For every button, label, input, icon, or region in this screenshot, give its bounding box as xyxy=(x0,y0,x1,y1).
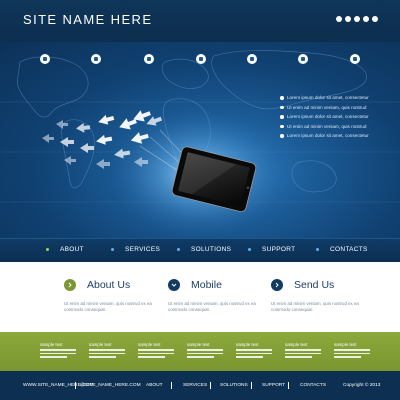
hero-bullet: Ut enim ad minim veniam, quis nostrud xyxy=(280,122,390,132)
band-column-title: sample text xyxy=(89,342,112,347)
hero-bullet: Ut enim ad minim veniam, quis nostrud xyxy=(280,103,390,113)
nav-item-label: ABOUT xyxy=(60,246,84,253)
nav-item-label: CONTACTS xyxy=(330,246,368,253)
nav-dot-icon xyxy=(111,248,114,251)
site-header: SITE NAME HERE xyxy=(0,0,400,42)
footer-link-solutions[interactable]: SOLUTIONS xyxy=(220,383,248,388)
band-column-title: sample text xyxy=(40,342,63,347)
footer-divider xyxy=(171,382,172,389)
feature-text: Ut enim ad minim veniam, quis nostrud ex… xyxy=(168,301,256,313)
social-icon-1[interactable] xyxy=(336,16,342,22)
nav-item-contacts[interactable]: CONTACTS xyxy=(316,246,368,256)
nav-item-label: SUPPORT xyxy=(262,246,296,253)
social-icon-4[interactable] xyxy=(363,16,369,22)
footer-copyright: Copyright © 2013 xyxy=(343,383,381,388)
phone-icon[interactable] xyxy=(40,54,50,64)
footer-divider xyxy=(210,382,211,389)
feature-send-us: Send Us Ut enim ad minim veniam, quis no… xyxy=(271,279,381,313)
main-nav: ABOUT SERVICES SOLUTIONS SUPPORT CONTACT… xyxy=(0,238,400,262)
feature-title[interactable]: Mobile xyxy=(191,279,222,291)
nav-item-label: SOLUTIONS xyxy=(191,246,232,253)
document-icon[interactable] xyxy=(91,54,101,64)
chevron-right-icon[interactable] xyxy=(271,279,283,291)
band-column: sample text xyxy=(40,342,76,360)
band-column-title: sample text xyxy=(187,342,210,347)
band-column: sample text xyxy=(285,342,321,360)
mail-icon[interactable] xyxy=(247,54,257,64)
footer-handle-link[interactable]: @SITE_NAME_HERE.COM xyxy=(80,383,141,388)
social-links xyxy=(336,16,378,22)
chat-icon[interactable] xyxy=(298,54,308,64)
feature-text: Ut enim ad minim veniam, quis nostrud ex… xyxy=(271,301,359,313)
lock-icon[interactable] xyxy=(350,54,360,64)
hero-banner: Lorem ipsum dolor sit amet, consectetur … xyxy=(0,42,400,238)
band-column: sample text xyxy=(138,342,174,360)
globe-icon[interactable] xyxy=(144,54,154,64)
band-column-title: sample text xyxy=(236,342,259,347)
site-footer: WWW.SITE_NAME_HERE.COM @SITE_NAME_HERE.C… xyxy=(0,371,400,400)
feature-title[interactable]: Send Us xyxy=(294,279,334,291)
social-icon-2[interactable] xyxy=(345,16,351,22)
nav-item-support[interactable]: SUPPORT xyxy=(248,246,296,256)
feature-title[interactable]: About Us xyxy=(87,279,130,291)
sample-text-band: sample text sample text sample text samp… xyxy=(0,332,400,371)
nav-dot-icon xyxy=(46,248,49,251)
band-column-title: sample text xyxy=(138,342,161,347)
site-name-logo[interactable]: SITE NAME HERE xyxy=(23,12,152,27)
footer-divider xyxy=(251,382,252,389)
footer-link-services[interactable]: SERVICES xyxy=(183,383,207,388)
hero-icon-row xyxy=(0,54,400,66)
footer-divider xyxy=(75,382,76,389)
band-column: sample text xyxy=(89,342,125,360)
hero-bullet: Lorem ipsum dolor sit amet, consectetur xyxy=(280,131,390,141)
feature-about-us: About Us Ut enim ad minim veniam, quis n… xyxy=(64,279,174,313)
hero-bullet: Lorem ipsum dolor sit amet, consectetur xyxy=(280,112,390,122)
footer-link-contacts[interactable]: CONTACTS xyxy=(300,383,326,388)
footer-divider xyxy=(288,382,289,389)
feature-text: Ut enim ad minim veniam, quis nostrud ex… xyxy=(64,301,152,313)
nav-item-solutions[interactable]: SOLUTIONS xyxy=(177,246,232,256)
nav-dot-icon xyxy=(177,248,180,251)
band-column: sample text xyxy=(187,342,223,360)
hero-bullet: Lorem ipsum dolor sit amet, consectetur xyxy=(280,93,390,103)
chevron-down-icon[interactable] xyxy=(168,279,180,291)
social-icon-5[interactable] xyxy=(372,16,378,22)
nav-dot-icon xyxy=(316,248,319,251)
band-column: sample text xyxy=(334,342,370,360)
feature-mobile: Mobile Ut enim ad minim veniam, quis nos… xyxy=(168,279,278,313)
nav-item-about[interactable]: ABOUT xyxy=(46,246,84,256)
footer-link-about[interactable]: ABOUT xyxy=(146,383,163,388)
nav-item-label: SERVICES xyxy=(125,246,161,253)
chevron-right-icon[interactable] xyxy=(64,279,76,291)
band-column-title: sample text xyxy=(285,342,308,347)
nav-item-services[interactable]: SERVICES xyxy=(111,246,161,256)
nav-dot-icon xyxy=(248,248,251,251)
social-icon-3[interactable] xyxy=(354,16,360,22)
band-column-title: sample text xyxy=(334,342,357,347)
features-section: About Us Ut enim ad minim veniam, quis n… xyxy=(0,262,400,332)
hero-bullet-list: Lorem ipsum dolor sit amet, consectetur … xyxy=(280,93,390,141)
footer-link-support[interactable]: SUPPORT xyxy=(262,383,285,388)
band-column: sample text xyxy=(236,342,272,360)
search-icon[interactable] xyxy=(196,54,206,64)
